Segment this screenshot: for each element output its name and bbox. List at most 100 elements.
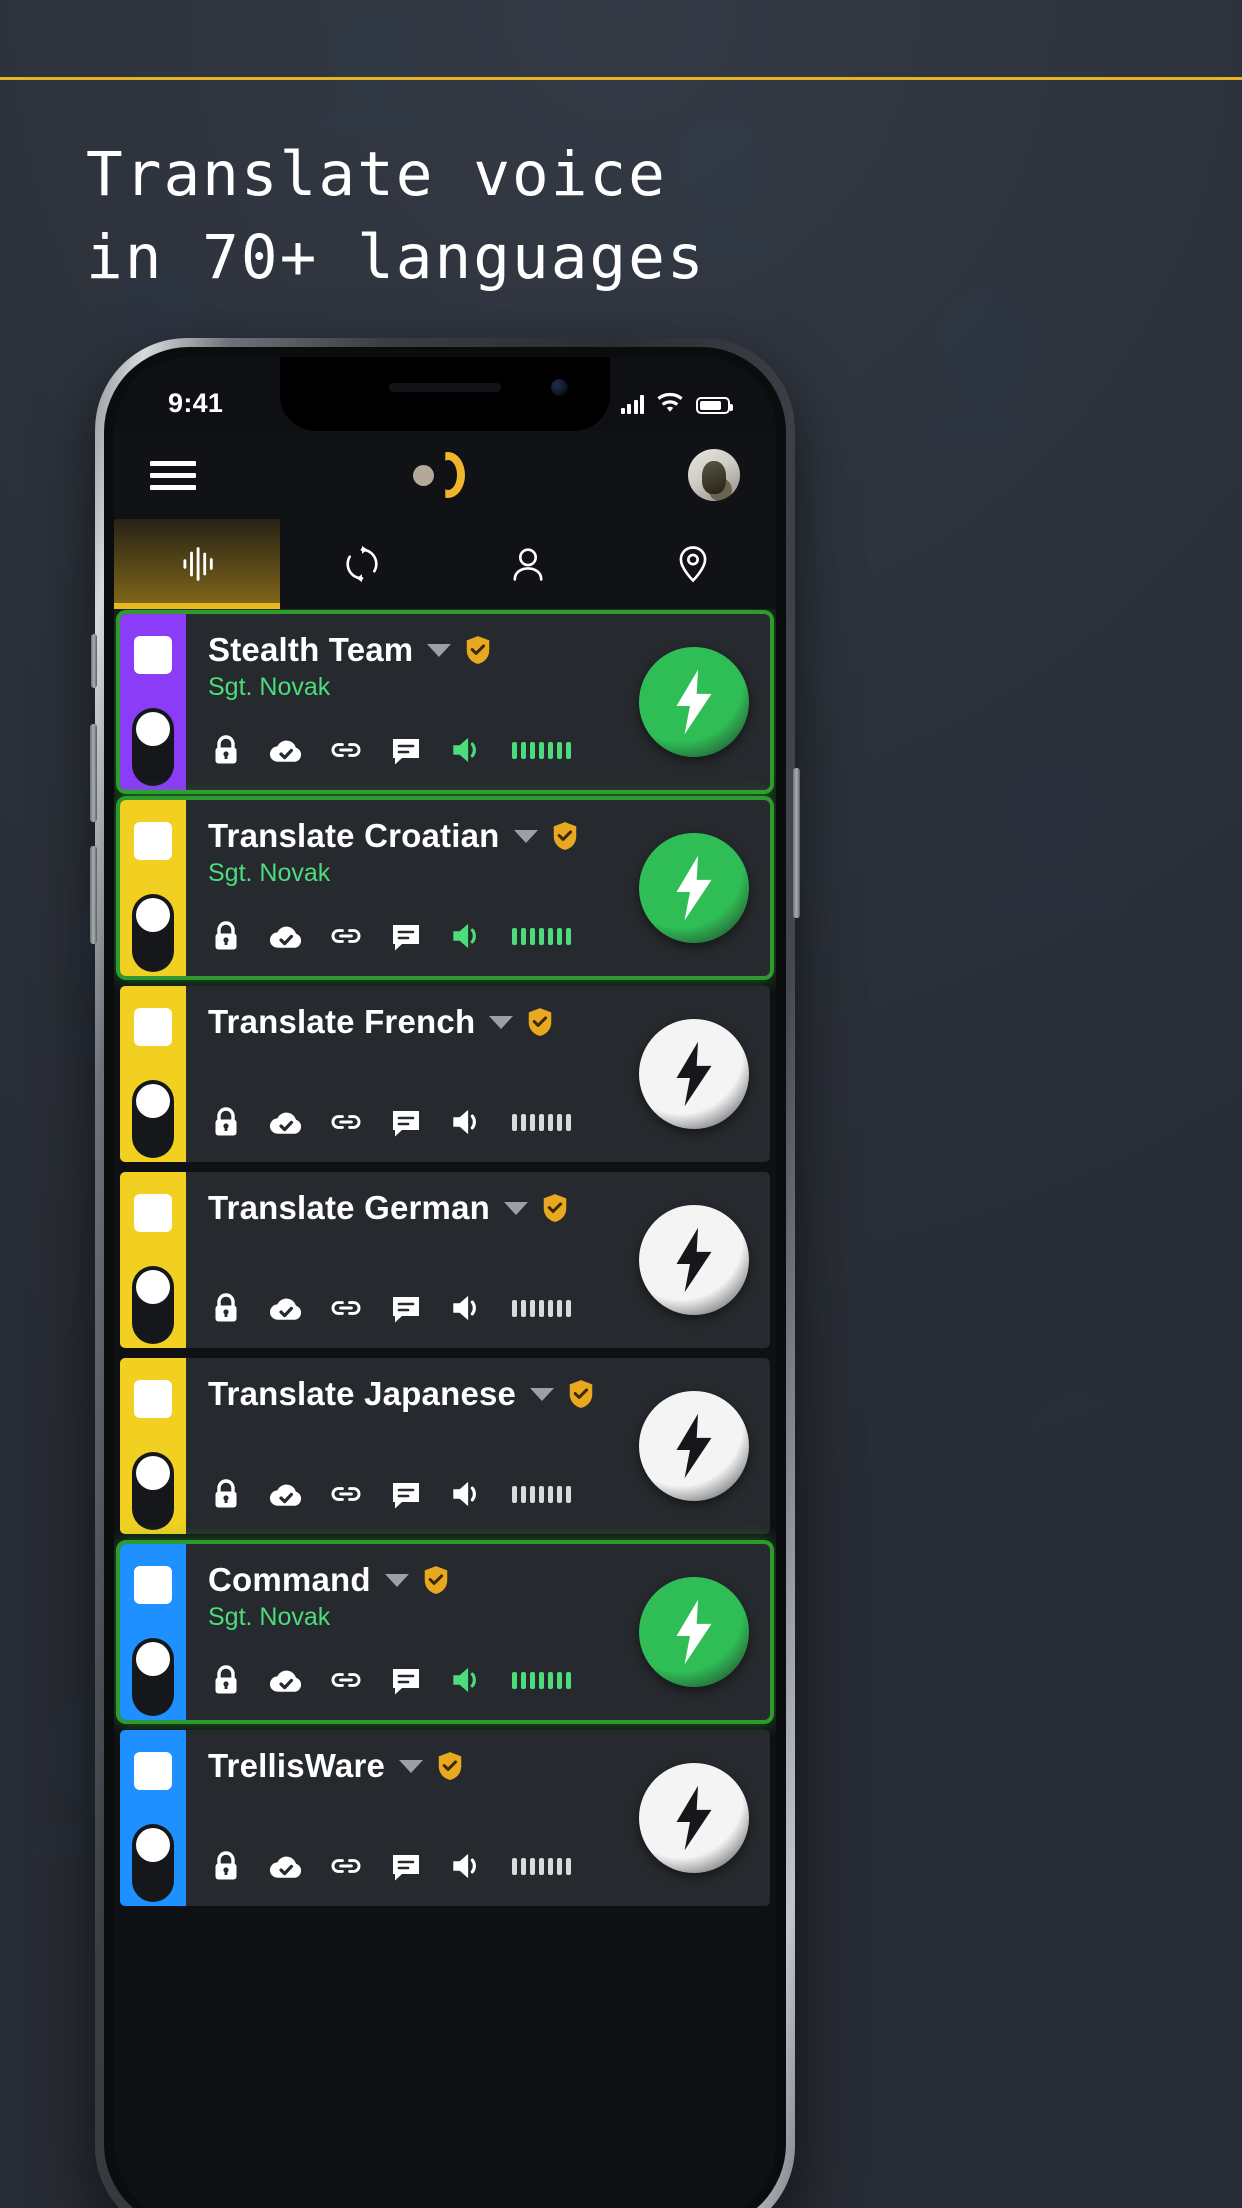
link-icon[interactable] bbox=[328, 1290, 364, 1326]
chevron-down-icon[interactable] bbox=[399, 1759, 424, 1773]
table-row[interactable]: Translate Croatian Sgt. Novak bbox=[120, 800, 770, 976]
tab-map[interactable] bbox=[611, 519, 777, 609]
channel-checkbox[interactable] bbox=[134, 1008, 172, 1046]
cloud-check-icon[interactable] bbox=[268, 1662, 304, 1698]
channel-color-strip[interactable] bbox=[120, 1172, 186, 1348]
cellular-signal-icon bbox=[620, 395, 644, 414]
channel-toggle[interactable] bbox=[132, 894, 174, 972]
speaker-icon[interactable] bbox=[448, 1476, 484, 1512]
link-icon[interactable] bbox=[328, 918, 364, 954]
avatar[interactable] bbox=[688, 449, 740, 501]
table-row[interactable]: Translate Japanese bbox=[120, 1358, 770, 1534]
channel-checkbox[interactable] bbox=[134, 1566, 172, 1604]
message-icon[interactable] bbox=[388, 1476, 424, 1512]
channel-checkbox[interactable] bbox=[134, 636, 172, 674]
channel-color-strip[interactable] bbox=[120, 1358, 186, 1534]
channel-toggle[interactable] bbox=[132, 708, 174, 786]
tab-sync[interactable] bbox=[280, 519, 446, 609]
table-row[interactable]: Stealth Team Sgt. Novak bbox=[120, 614, 770, 790]
status-bar: 9:41 bbox=[114, 357, 776, 431]
channel-toggle[interactable] bbox=[132, 1824, 174, 1902]
chevron-down-icon[interactable] bbox=[489, 1015, 514, 1029]
message-icon[interactable] bbox=[388, 1290, 424, 1326]
speaker-icon[interactable] bbox=[448, 1848, 484, 1884]
channel-toggle[interactable] bbox=[132, 1266, 174, 1344]
tab-contacts[interactable] bbox=[445, 519, 611, 609]
lock-icon[interactable] bbox=[208, 1662, 244, 1698]
chevron-down-icon[interactable] bbox=[513, 829, 538, 843]
tab-voice[interactable] bbox=[114, 519, 280, 609]
link-icon[interactable] bbox=[328, 1476, 364, 1512]
channel-color-strip[interactable] bbox=[120, 986, 186, 1162]
ptt-transmit-button[interactable] bbox=[639, 1019, 749, 1129]
signal-strength-bars bbox=[512, 1857, 571, 1875]
hamburger-menu-icon[interactable] bbox=[150, 460, 196, 490]
link-icon[interactable] bbox=[328, 732, 364, 768]
speaker-icon[interactable] bbox=[448, 1662, 484, 1698]
signal-strength-bars bbox=[512, 1671, 571, 1689]
channel-color-strip[interactable] bbox=[120, 800, 186, 976]
link-icon[interactable] bbox=[328, 1848, 364, 1884]
speaker-icon[interactable] bbox=[448, 918, 484, 954]
channel-toggle[interactable] bbox=[132, 1452, 174, 1530]
channel-color-strip[interactable] bbox=[120, 1730, 186, 1906]
message-icon[interactable] bbox=[388, 1662, 424, 1698]
channel-body: Translate Japanese bbox=[186, 1358, 618, 1534]
channel-list[interactable]: Stealth Team Sgt. Novak Translate Croati… bbox=[114, 609, 776, 2208]
cloud-check-icon[interactable] bbox=[268, 1104, 304, 1140]
ptt-transmit-button[interactable] bbox=[639, 1763, 749, 1873]
chevron-down-icon[interactable] bbox=[384, 1573, 409, 1587]
tab-bar bbox=[114, 519, 776, 609]
shield-check-icon bbox=[553, 822, 576, 850]
channel-action bbox=[618, 1358, 770, 1534]
cloud-check-icon[interactable] bbox=[268, 918, 304, 954]
channel-checkbox[interactable] bbox=[134, 1752, 172, 1790]
chevron-down-icon[interactable] bbox=[530, 1387, 555, 1401]
channel-toggle[interactable] bbox=[132, 1080, 174, 1158]
channel-checkbox[interactable] bbox=[134, 1380, 172, 1418]
app-header bbox=[114, 431, 776, 519]
message-icon[interactable] bbox=[388, 732, 424, 768]
lock-icon[interactable] bbox=[208, 918, 244, 954]
channel-toggle[interactable] bbox=[132, 1638, 174, 1716]
table-row[interactable]: Translate French bbox=[120, 986, 770, 1162]
chevron-down-icon[interactable] bbox=[504, 1201, 528, 1215]
message-icon[interactable] bbox=[388, 918, 424, 954]
table-row[interactable]: TrellisWare bbox=[120, 1730, 770, 1906]
page-title: Translate voice in 70+ languages bbox=[86, 133, 986, 299]
speaker-icon[interactable] bbox=[448, 1290, 484, 1326]
channel-checkbox[interactable] bbox=[134, 1194, 172, 1232]
channel-title: Translate Japanese bbox=[208, 1375, 517, 1412]
lock-icon[interactable] bbox=[208, 1290, 244, 1326]
cloud-check-icon[interactable] bbox=[268, 1476, 304, 1512]
ptt-transmit-button[interactable] bbox=[639, 833, 749, 943]
speaker-icon[interactable] bbox=[448, 1104, 484, 1140]
table-row[interactable]: Command Sgt. Novak bbox=[120, 1544, 770, 1720]
table-row[interactable]: Translate German bbox=[120, 1172, 770, 1348]
message-icon[interactable] bbox=[388, 1104, 424, 1140]
ptt-transmit-button[interactable] bbox=[639, 1205, 749, 1315]
ptt-transmit-button[interactable] bbox=[639, 647, 749, 757]
lock-icon[interactable] bbox=[208, 732, 244, 768]
cloud-check-icon[interactable] bbox=[268, 1848, 304, 1884]
lock-icon[interactable] bbox=[208, 1476, 244, 1512]
channel-checkbox[interactable] bbox=[134, 822, 172, 860]
cloud-check-icon[interactable] bbox=[268, 1290, 304, 1326]
message-icon[interactable] bbox=[388, 1848, 424, 1884]
lock-icon[interactable] bbox=[208, 1848, 244, 1884]
channel-icon-bar bbox=[208, 1290, 571, 1326]
speaker-icon[interactable] bbox=[448, 732, 484, 768]
channel-color-strip[interactable] bbox=[120, 1544, 186, 1720]
chevron-down-icon[interactable] bbox=[427, 643, 452, 657]
channel-color-strip[interactable] bbox=[120, 614, 186, 790]
link-icon[interactable] bbox=[328, 1104, 364, 1140]
channel-body: Translate French bbox=[186, 986, 618, 1162]
cloud-check-icon[interactable] bbox=[268, 732, 304, 768]
headline-line-1: Translate voice bbox=[86, 139, 667, 210]
lock-icon[interactable] bbox=[208, 1104, 244, 1140]
link-icon[interactable] bbox=[328, 1662, 364, 1698]
ptt-transmit-button[interactable] bbox=[639, 1391, 749, 1501]
ptt-transmit-button[interactable] bbox=[639, 1577, 749, 1687]
channel-title: Translate Croatian bbox=[208, 817, 500, 854]
shield-check-icon bbox=[569, 1380, 593, 1408]
